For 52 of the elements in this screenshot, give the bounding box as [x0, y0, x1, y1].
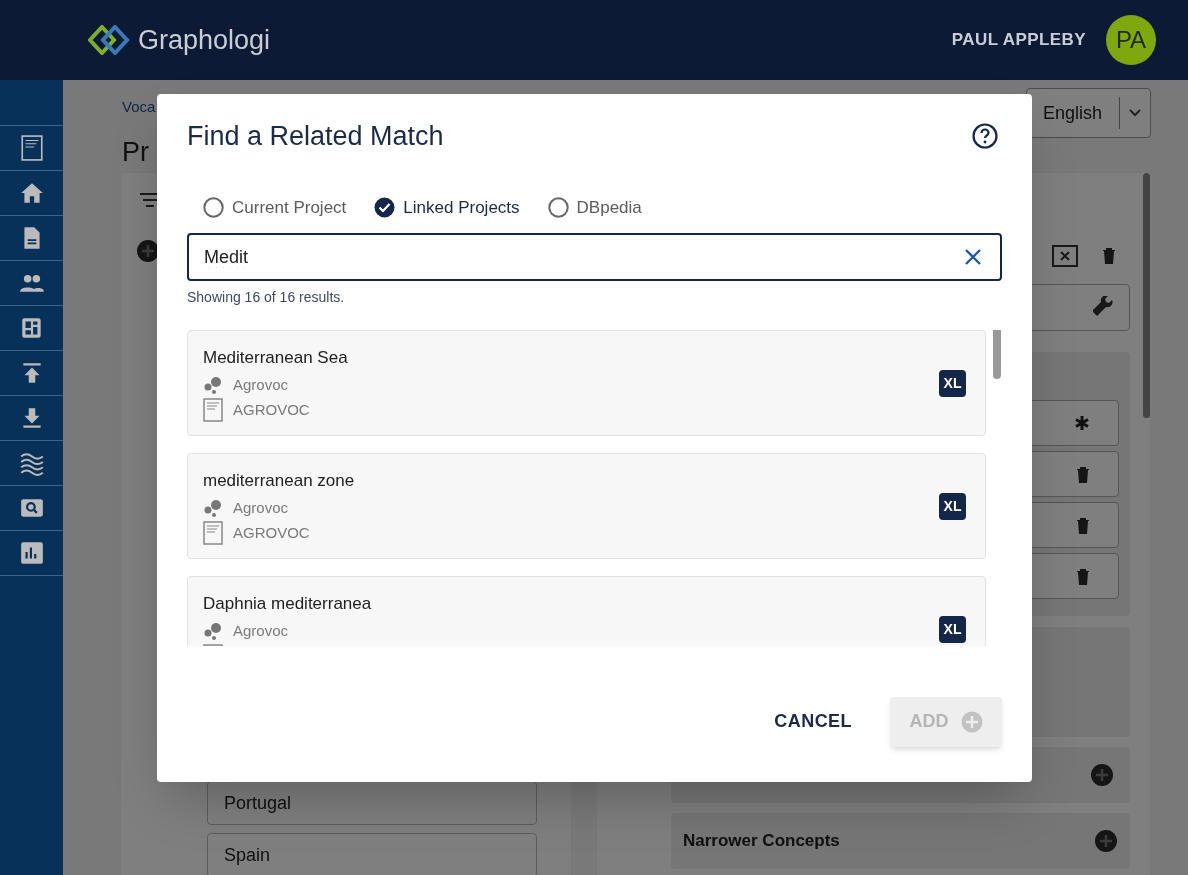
plus-icon	[960, 710, 983, 733]
result-scheme: AGROVOC	[233, 399, 310, 420]
scrollbar-thumb[interactable]	[1143, 173, 1150, 418]
asterisk-icon	[1074, 415, 1090, 431]
user-name: PAUL APPLEBY	[951, 29, 1086, 52]
result-project: Agrovoc	[233, 620, 289, 641]
tree-item[interactable]: Portugal	[207, 781, 537, 825]
breadcrumb-link[interactable]: Voca	[122, 96, 156, 119]
page-title: Pr	[122, 136, 149, 169]
source-radio[interactable]: DBpedia	[547, 194, 642, 220]
result-badge: XL	[939, 615, 966, 643]
dots-icon	[203, 497, 223, 518]
vocabulary-icon	[203, 521, 223, 545]
trash-icon[interactable]	[1102, 246, 1116, 264]
trash-icon[interactable]	[1076, 465, 1090, 483]
result-badge: XL	[939, 492, 966, 520]
search-field[interactable]: Medit	[187, 233, 1002, 281]
section-title: Narrower Concepts	[683, 830, 840, 853]
result-count: Showing 16 of 16 results.	[187, 288, 346, 307]
cancel-button[interactable]: CANCEL	[766, 696, 860, 747]
scrollbar-thumb[interactable]	[993, 330, 1001, 379]
close-box-icon[interactable]	[1052, 245, 1078, 267]
vocabulary-icon	[203, 398, 223, 422]
result-card[interactable]: Mediterranean Sea Agrovoc AGROVOC XL	[187, 330, 986, 436]
dots-icon	[203, 374, 223, 395]
result-label: mediterranean zone	[203, 470, 356, 492]
user-avatar[interactable]: PA	[1106, 15, 1156, 65]
result-label: Mediterranean Sea	[203, 347, 349, 369]
chart-icon[interactable]	[18, 540, 45, 566]
language-dropdown[interactable]: English	[1026, 88, 1151, 138]
source-radio[interactable]: Current Project	[203, 194, 347, 220]
source-radio[interactable]: Linked Projects	[374, 194, 520, 220]
result-scheme: AGROVOC	[233, 522, 310, 543]
tree-item[interactable]: Spain	[207, 833, 537, 875]
waves-icon[interactable]	[18, 450, 45, 476]
dots-icon	[203, 620, 223, 641]
app-name: Graphologi	[138, 23, 271, 57]
result-badge: XL	[939, 369, 966, 397]
clear-icon[interactable]	[964, 248, 982, 266]
result-card[interactable]: mediterranean zone Agrovoc AGROVOC XL	[187, 453, 986, 559]
help-icon[interactable]	[972, 123, 998, 150]
result-project: Agrovoc	[233, 374, 289, 395]
filter-icon[interactable]	[140, 193, 160, 207]
trash-icon[interactable]	[1076, 567, 1090, 585]
result-card[interactable]: Daphnia mediterranea Agrovoc XL	[187, 576, 986, 646]
result-label: Daphnia mediterranea	[203, 593, 373, 615]
trash-icon[interactable]	[1076, 516, 1090, 534]
result-project: Agrovoc	[233, 497, 289, 518]
dialog-title: Find a Related Match	[187, 120, 444, 153]
logo-icon	[88, 25, 130, 55]
caret-icon	[1128, 108, 1142, 118]
vocabulary-icon[interactable]	[18, 135, 45, 161]
